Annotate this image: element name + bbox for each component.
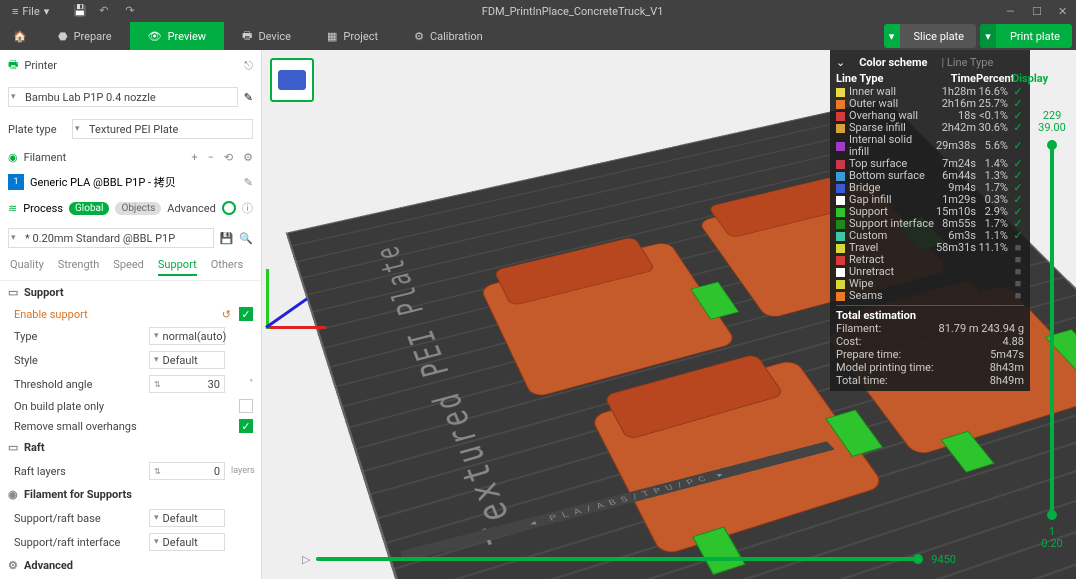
slice-plate-button[interactable]: ▾Slice plate	[884, 24, 976, 48]
total-estimation-head: Total estimation	[836, 309, 1024, 322]
maximize-icon[interactable]: ☐	[1032, 5, 1044, 17]
process-preset-select[interactable]: * 0.20mm Standard @BBL P1P	[8, 228, 214, 248]
tab-device[interactable]: 🖶 Device	[224, 22, 309, 50]
file-menu[interactable]: ≡ File ▾	[6, 3, 55, 20]
tab-prepare[interactable]: ⬣ Prepare	[40, 22, 130, 50]
expand-icon[interactable]: ⌄	[836, 56, 845, 69]
tab-calibration[interactable]: ⚙ Calibration	[396, 22, 501, 50]
window-title: FDM_PrintInPlace_ConcreteTruck_V1	[139, 5, 1006, 18]
filament-icon: ◉	[8, 151, 18, 164]
info-icon[interactable]: ⓘ	[242, 200, 253, 216]
play-icon[interactable]: ▷	[302, 553, 310, 566]
color-scheme-legend: ⌄Color scheme| Line Type Line TypeTimePe…	[830, 50, 1030, 391]
process-icon: ≋	[8, 202, 17, 215]
filament-section: ◉ Filament + − ⟲ ⚙	[0, 145, 261, 170]
layer-slider[interactable]: 22939.00 10.20	[1032, 110, 1072, 550]
global-pill[interactable]: Global	[69, 202, 109, 215]
compare-icon[interactable]: 🔍	[239, 232, 253, 245]
legend-row[interactable]: Internal solid infill29m38s5.6%✓	[836, 134, 1024, 158]
tab-support[interactable]: Support	[158, 258, 197, 276]
style-label: Style	[14, 354, 143, 367]
plate-type-label: Plate type	[8, 123, 66, 136]
threshold-input[interactable]: 30	[149, 375, 225, 393]
moves-value: 9450	[931, 553, 956, 566]
estimation-row: Cost:4.88	[836, 335, 1024, 348]
buildplate-checkbox[interactable]	[239, 399, 253, 413]
edit-icon[interactable]: ✎	[244, 91, 253, 104]
minimize-icon[interactable]: —	[1006, 5, 1018, 17]
support-group[interactable]: ▭Support	[0, 281, 261, 304]
supint-select[interactable]: Default	[149, 533, 225, 551]
undo-icon[interactable]: ↶	[99, 4, 113, 18]
raft-layers-label: Raft layers	[14, 465, 143, 478]
axis-y	[266, 269, 269, 329]
plate-type-select[interactable]: Textured PEI Plate	[72, 119, 253, 139]
connect-icon[interactable]: ⎋	[244, 59, 253, 73]
printer-section: 🖶 Printer ⎋	[0, 50, 261, 81]
buildplate-label: On build plate only	[14, 400, 233, 413]
filament-row[interactable]: 1 Generic PLA @BBL P1P - 拷贝 ✎	[0, 170, 261, 194]
estimation-row: Filament:81.79 m 243.94 g	[836, 322, 1024, 335]
remove-filament-icon[interactable]: −	[208, 151, 214, 164]
redo-icon[interactable]: ↷	[125, 4, 139, 18]
type-label: Type	[14, 330, 143, 343]
filament-edit-icon[interactable]: ✎	[244, 176, 253, 189]
plate-thumbnail[interactable]	[270, 58, 314, 102]
tab-strength[interactable]: Strength	[58, 258, 100, 276]
raft-group[interactable]: ▭Raft	[0, 436, 261, 459]
supbase-label: Support/raft base	[14, 512, 143, 525]
style-select[interactable]: Default	[149, 351, 225, 369]
collapse-icon: ◉	[8, 488, 18, 501]
raft-layers-input[interactable]: 0	[149, 462, 225, 480]
filament-settings-icon[interactable]: ⚙	[243, 151, 253, 164]
printer-select[interactable]: Bambu Lab P1P 0.4 nozzle	[8, 87, 238, 107]
collapse-icon: ▭	[8, 441, 18, 454]
reset-icon[interactable]: ↺	[222, 308, 231, 321]
objects-pill[interactable]: Objects	[115, 202, 161, 215]
print-dropdown-icon[interactable]: ▾	[980, 24, 996, 48]
removesmall-checkbox[interactable]: ✓	[239, 419, 253, 433]
advanced-label: Advanced	[167, 202, 215, 215]
close-icon[interactable]: ✕	[1058, 5, 1070, 17]
filament-name: Generic PLA @BBL P1P - 拷贝	[30, 174, 176, 190]
tab-speed[interactable]: Speed	[113, 258, 144, 276]
supint-label: Support/raft interface	[14, 536, 143, 549]
home-button[interactable]: 🏠	[0, 22, 40, 50]
collapse-icon: ▭	[8, 286, 18, 299]
print-plate-button[interactable]: ▾Print plate	[980, 24, 1072, 48]
collapse-icon: ⚙	[8, 559, 18, 572]
add-filament-icon[interactable]: +	[191, 151, 197, 164]
advanced-toggle[interactable]	[222, 201, 236, 215]
supbase-select[interactable]: Default	[149, 509, 225, 527]
tab-preview[interactable]: 👁 Preview	[130, 22, 224, 50]
estimation-row: Total time:8h49m	[836, 374, 1024, 387]
estimation-row: Prepare time:5m47s	[836, 348, 1024, 361]
estimation-row: Model printing time:8h43m	[836, 361, 1024, 374]
filament-swatch[interactable]: 1	[8, 174, 24, 190]
type-select[interactable]: normal(auto)	[149, 327, 225, 345]
3d-viewport[interactable]: Textured PEI Plate ◂ PLA/ABS/TPU/PC ▸ ⌄C…	[262, 50, 1076, 579]
axis-x	[266, 326, 326, 329]
process-section: ≋ Process Global Objects Advanced ⓘ	[0, 194, 261, 222]
printer-icon: 🖶	[8, 56, 18, 75]
tab-quality[interactable]: Quality	[10, 258, 44, 276]
advanced-group[interactable]: ⚙Advanced	[0, 554, 261, 577]
enable-support-checkbox[interactable]: ✓	[239, 307, 253, 321]
slice-dropdown-icon[interactable]: ▾	[884, 24, 900, 48]
tab-others[interactable]: Others	[211, 258, 243, 276]
tab-project[interactable]: ▦ Project	[309, 22, 396, 50]
enable-support-label: Enable support	[14, 308, 216, 321]
moves-slider[interactable]: ▷ 9450	[302, 549, 956, 569]
save-icon[interactable]: 💾	[73, 4, 87, 18]
legend-row[interactable]: Seams■	[836, 290, 1024, 302]
save-preset-icon[interactable]: 💾	[220, 232, 234, 245]
threshold-label: Threshold angle	[14, 378, 143, 391]
sync-filament-icon[interactable]: ⟲	[224, 151, 233, 164]
removesmall-label: Remove small overhangs	[14, 420, 233, 433]
axis-z	[265, 298, 308, 329]
filament-supports-group[interactable]: ◉Filament for Supports	[0, 483, 261, 506]
